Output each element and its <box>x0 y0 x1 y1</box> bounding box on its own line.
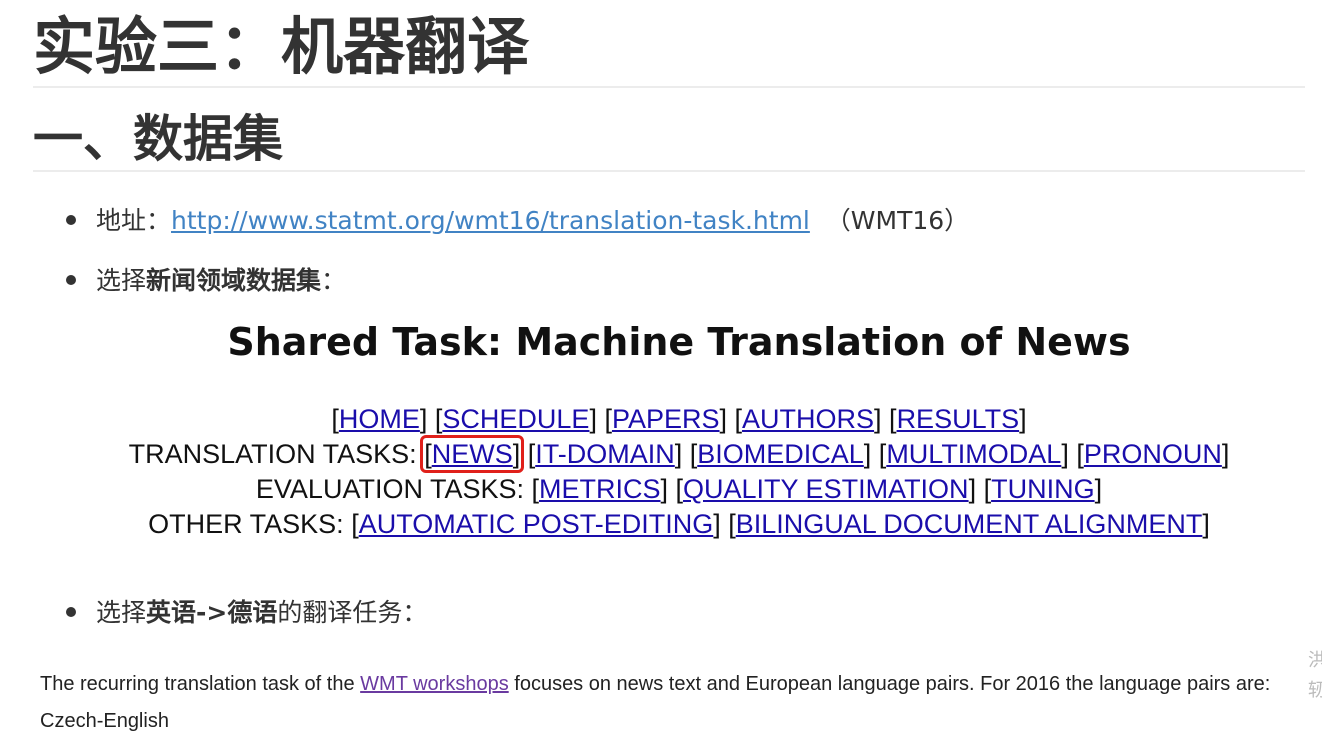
bullet-icon <box>66 275 76 285</box>
nav-link-tuning[interactable]: TUNING <box>991 474 1095 504</box>
edge-glyph: 洪 <box>1308 650 1322 671</box>
other-tasks-label: OTHER TASKS: <box>148 509 352 539</box>
translation-tasks-label: TRANSLATION TASKS: <box>128 439 425 469</box>
address-label: 地址： <box>96 206 172 235</box>
nav-row-other-tasks: OTHER TASKS: [AUTOMATIC POST-EDITING] [B… <box>148 509 1210 539</box>
nav-link-biomedical[interactable]: BIOMEDICAL <box>697 439 864 469</box>
list-item-address: 地址：http://www.statmt.org/wmt16/translati… <box>66 204 969 238</box>
dataset-suffix: ： <box>321 266 347 295</box>
address-suffix: （WMT16） <box>825 206 970 235</box>
nav-link-automatic-post-editing[interactable]: AUTOMATIC POST-EDITING <box>359 509 714 539</box>
task-suffix: 的翻译任务： <box>277 598 428 627</box>
nav-link-it-domain[interactable]: IT-DOMAIN <box>535 439 675 469</box>
nav-link-papers[interactable]: PAPERS <box>612 404 720 434</box>
intro-paragraph: The recurring translation task of the WM… <box>40 670 1300 698</box>
para-after: focuses on news text and European langua… <box>508 673 1271 695</box>
evaluation-tasks-label: EVALUATION TASKS: <box>255 474 532 504</box>
dataset-bold: 新闻领域数据集 <box>146 266 322 295</box>
wmt16-link[interactable]: http://www.statmt.org/wmt16/translation-… <box>171 206 810 235</box>
nav-link-home[interactable]: HOME <box>339 404 420 434</box>
nav-link-quality-estimation[interactable]: QUALITY ESTIMATION <box>683 474 969 504</box>
task-bold: 英语->德语 <box>146 598 278 627</box>
edge-glyph: 轫 <box>1308 680 1322 701</box>
nav-link-pronoun[interactable]: PRONOUN <box>1084 439 1222 469</box>
nav-link-metrics[interactable]: METRICS <box>539 474 661 504</box>
nav-row-evaluation-tasks: EVALUATION TASKS: [METRICS] [QUALITY EST… <box>255 474 1103 504</box>
list-item-dataset: 选择新闻领域数据集： <box>66 264 346 298</box>
nav-link-bilingual-document-alignment[interactable]: BILINGUAL DOCUMENT ALIGNMENT <box>736 509 1203 539</box>
section-heading: 一、数据集 <box>33 108 1305 172</box>
dataset-prefix: 选择 <box>96 266 147 295</box>
bullet-icon <box>66 215 76 225</box>
nav-link-news[interactable]: NEWS <box>432 439 513 469</box>
nav-link-authors[interactable]: AUTHORS <box>742 404 874 434</box>
news-highlight-box: [NEWS] <box>420 435 525 473</box>
page-title: 实验三：机器翻译 <box>33 10 1305 88</box>
nav-link-schedule[interactable]: SCHEDULE <box>442 404 589 434</box>
bullet-icon <box>66 607 76 617</box>
nav-link-results[interactable]: RESULTS <box>897 404 1020 434</box>
screenshot-title: Shared Task: Machine Translation of News <box>227 320 1131 364</box>
wmt-workshops-link[interactable]: WMT workshops <box>360 673 509 695</box>
nav-row-translation-tasks: TRANSLATION TASKS: [NEWS] [IT-DOMAIN] [B… <box>128 435 1230 473</box>
nav-link-multimodal[interactable]: MULTIMODAL <box>886 439 1061 469</box>
nav-row-main: [HOME] [SCHEDULE] [PAPERS] [AUTHORS] [RE… <box>331 404 1027 434</box>
para-before: The recurring translation task of the <box>40 673 361 695</box>
list-item-task: 选择英语->德语的翻译任务： <box>66 596 427 630</box>
task-prefix: 选择 <box>96 598 147 627</box>
